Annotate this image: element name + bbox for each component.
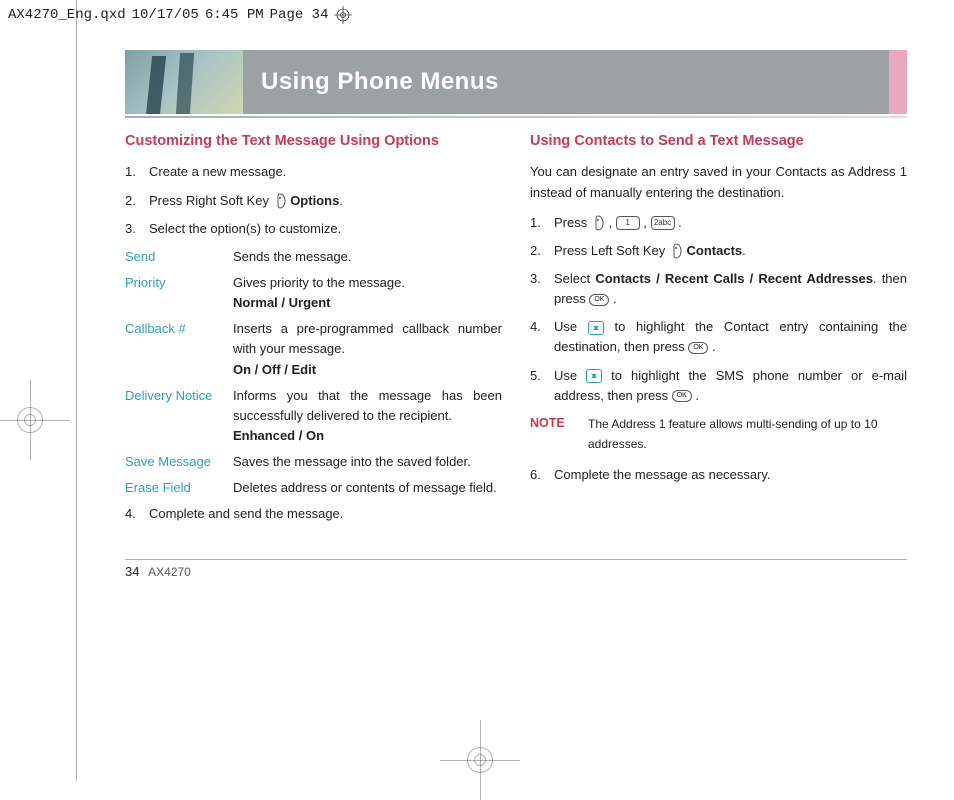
option-name: Delivery Notice [125, 386, 225, 446]
option-name: Save Message [125, 452, 225, 472]
option-name: Erase Field [125, 478, 225, 498]
slug-file: AX4270_Eng.qxd [8, 7, 126, 23]
banner-tab [889, 50, 907, 114]
option-row: Save Message Saves the message into the … [125, 452, 502, 472]
registration-mark-icon [440, 720, 520, 800]
note-text: The Address 1 feature allows multi-sendi… [588, 414, 907, 455]
registration-mark-icon [0, 380, 70, 460]
soft-key-icon [273, 193, 287, 209]
keypad-1-icon: 1 [616, 216, 640, 230]
banner-illustration [125, 50, 243, 114]
ok-key-icon: OK [589, 294, 609, 306]
list-item: 4. Use to highlight the Contact entry co… [530, 317, 907, 357]
list-item: 5. Use to highlight the SMS phone number… [530, 366, 907, 406]
nav-key-icon [588, 321, 604, 335]
slug-time: 6:45 PM [205, 7, 264, 23]
list-item: 2. Press Right Soft Key Options. [125, 191, 502, 211]
list-item: 6.Complete the message as necessary. [530, 465, 907, 485]
list-item: 3.Select the option(s) to customize. [125, 219, 502, 239]
left-column: Customizing the Text Message Using Optio… [125, 130, 502, 533]
section-heading: Customizing the Text Message Using Optio… [125, 130, 502, 152]
divider [125, 116, 907, 118]
right-column: Using Contacts to Send a Text Message Yo… [530, 130, 907, 533]
chapter-title: Using Phone Menus [243, 50, 889, 114]
slug-date: 10/17/05 [132, 7, 199, 23]
list-item: 1. Press , 1 , 2abc . [530, 213, 907, 233]
soft-key-icon [591, 215, 605, 231]
option-name: Callback # [125, 319, 225, 379]
model-number: AX4270 [148, 565, 191, 579]
page-number: 34 [125, 564, 139, 579]
option-name: Send [125, 247, 225, 267]
option-row: Send Sends the message. [125, 247, 502, 267]
option-row: Delivery Notice Informs you that the mes… [125, 386, 502, 446]
list-item: 3. Select Contacts / Recent Calls / Rece… [530, 269, 907, 309]
chapter-banner: Using Phone Menus [125, 50, 907, 114]
soft-key-icon [669, 243, 683, 259]
footer-rule: 34 AX4270 [125, 559, 907, 579]
ok-key-icon: OK [672, 390, 692, 402]
option-row: Callback # Inserts a pre-programmed call… [125, 319, 502, 379]
keypad-2-icon: 2abc [651, 216, 675, 230]
trim-line [76, 0, 77, 781]
note-block: NOTE The Address 1 feature allows multi-… [530, 414, 907, 455]
print-slugline: AX4270_Eng.qxd 10/17/05 6:45 PM Page 34 [8, 6, 352, 24]
option-row: Erase Field Deletes address or contents … [125, 478, 502, 498]
slug-page: Page 34 [270, 7, 329, 23]
section-heading: Using Contacts to Send a Text Message [530, 130, 907, 152]
ok-key-icon: OK [688, 342, 708, 354]
list-item: 1.Create a new message. [125, 162, 502, 182]
page-content: Using Phone Menus Customizing the Text M… [125, 50, 907, 690]
list-item: 2. Press Left Soft Key Contacts. [530, 241, 907, 261]
page-footer: 34 AX4270 [125, 564, 907, 579]
registration-mark-icon [334, 6, 352, 24]
list-item: 4.Complete and send the message. [125, 504, 502, 524]
nav-key-icon [586, 369, 602, 383]
option-name: Priority [125, 273, 225, 313]
intro-text: You can designate an entry saved in your… [530, 162, 907, 202]
note-label: NOTE [530, 414, 574, 455]
option-row: Priority Gives priority to the message.N… [125, 273, 502, 313]
